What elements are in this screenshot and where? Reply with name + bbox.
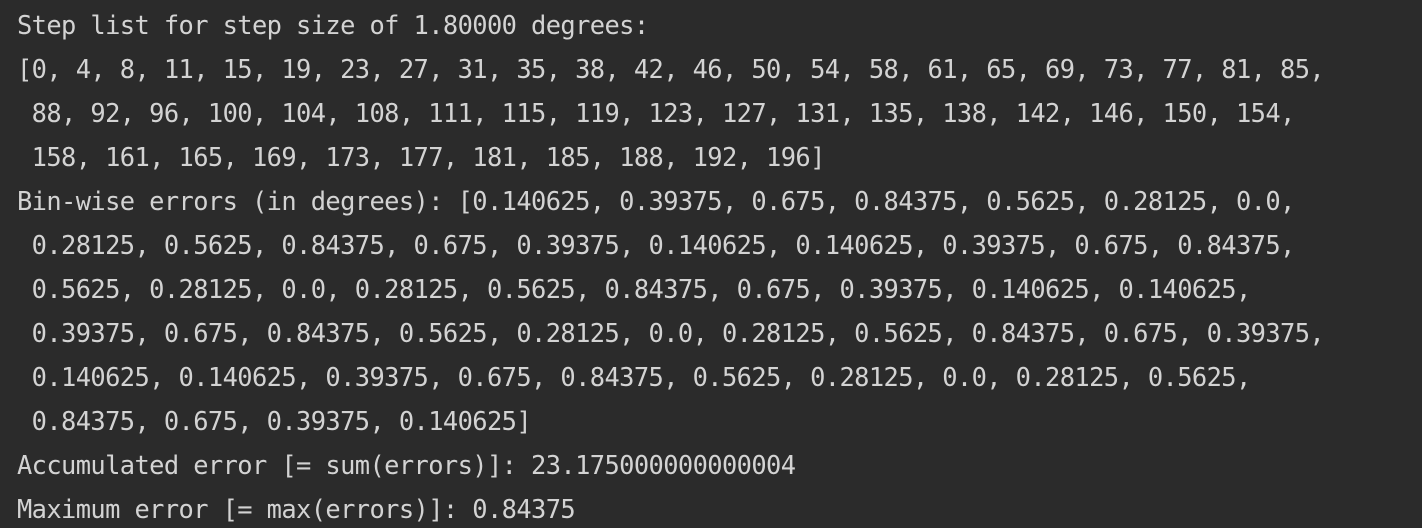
bin-wise-errors-line: 0.5625, 0.28125, 0.0, 0.28125, 0.5625, 0… <box>17 274 1252 304</box>
accumulated-error-line: Accumulated error [= sum(errors)]: 23.17… <box>17 450 796 480</box>
step-list-values-line: 88, 92, 96, 100, 104, 108, 111, 115, 119… <box>17 98 1296 128</box>
bin-wise-errors-line: 0.140625, 0.140625, 0.39375, 0.675, 0.84… <box>17 362 1252 392</box>
maximum-error-line: Maximum error [= max(errors)]: 0.84375 <box>17 494 576 524</box>
step-list-values-line: 158, 161, 165, 169, 173, 177, 181, 185, … <box>17 142 826 172</box>
bin-wise-errors-line: 0.39375, 0.675, 0.84375, 0.5625, 0.28125… <box>17 318 1325 348</box>
console-output[interactable]: Step list for step size of 1.80000 degre… <box>0 0 1422 528</box>
bin-wise-errors-line: Bin-wise errors (in degrees): [0.140625,… <box>17 186 1295 216</box>
step-list-values-line: [0, 4, 8, 11, 15, 19, 23, 27, 31, 35, 38… <box>17 54 1325 84</box>
bin-wise-errors-line: 0.28125, 0.5625, 0.84375, 0.675, 0.39375… <box>17 230 1296 260</box>
bin-wise-errors-line: 0.84375, 0.675, 0.39375, 0.140625] <box>17 406 532 436</box>
step-list-header: Step list for step size of 1.80000 degre… <box>17 10 649 40</box>
